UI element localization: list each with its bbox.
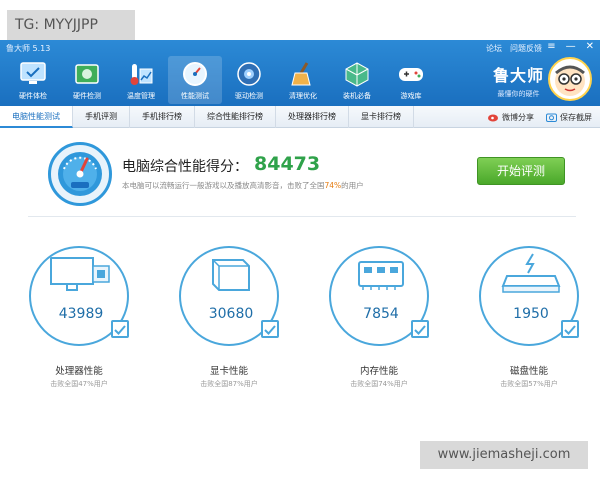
tab-overall-ranking[interactable]: 综合性能排行榜 [195, 106, 276, 128]
nav-label: 驱动检测 [235, 92, 263, 100]
start-benchmark-button[interactable]: 开始评测 [477, 157, 565, 185]
header-bar: 鲁大师 5.13 论坛 问题反馈 ≡ — ✕ 硬件体检 硬件检测 温度管理 性能… [0, 40, 600, 106]
nav-temperature[interactable]: 温度管理 [114, 56, 168, 104]
tab-pc-performance[interactable]: 电脑性能测试 [0, 106, 73, 128]
gpu-score-name: 显卡性能 [209, 366, 248, 377]
score-title: 电脑综合性能得分： [122, 159, 248, 175]
tab-cpu-ranking[interactable]: 处理器排行榜 [276, 106, 349, 128]
nav-label: 游戏库 [400, 92, 422, 100]
section-divider [28, 216, 576, 217]
score-desc-prefix: 本电脑可以流畅运行一般游戏以及播放高清影音，击败了全国 [122, 181, 325, 190]
weibo-share-label: 微博分享 [502, 112, 534, 122]
cpu-score-name: 处理器性能 [55, 366, 103, 377]
brand-name: 鲁大师 [492, 66, 544, 85]
memory-score-name: 内存性能 [359, 366, 398, 377]
gamepad-icon [396, 59, 426, 89]
disk-score-card: 1950 磁盘性能 击败全国57%用户 [479, 246, 579, 396]
close-icon[interactable]: ✕ [586, 41, 594, 52]
minimize-icon[interactable]: — [566, 41, 576, 52]
speed-gauge-icon [180, 59, 210, 89]
camera-icon [546, 113, 557, 122]
graphics-cube-icon [199, 252, 263, 296]
save-screenshot-button[interactable]: 保存截屏 [546, 112, 592, 123]
window-controls: ≡ — ✕ [547, 41, 594, 52]
nav-label: 硬件检测 [73, 92, 101, 100]
nav-game-library[interactable]: 游戏库 [384, 56, 438, 104]
nav-driver-detect[interactable]: 驱动检测 [222, 56, 276, 104]
memory-chip-icon [349, 252, 413, 296]
check-icon[interactable] [261, 320, 279, 338]
score-description: 本电脑可以流畅运行一般游戏以及播放高清影音，击败了全国74%的用户 [122, 180, 364, 191]
nav-label: 清理优化 [289, 92, 317, 100]
broom-icon [288, 59, 318, 89]
feedback-link[interactable]: 问题反馈 [510, 43, 542, 54]
nav-label: 硬件体检 [19, 92, 47, 100]
monitor-check-icon [18, 59, 48, 89]
menu-icon[interactable]: ≡ [547, 41, 555, 52]
app-window: 鲁大师 5.13 论坛 问题反馈 ≡ — ✕ 硬件体检 硬件检测 温度管理 性能… [0, 40, 600, 480]
check-icon[interactable] [411, 320, 429, 338]
check-icon[interactable] [111, 320, 129, 338]
cube-icon [342, 59, 372, 89]
nav-label: 性能测试 [181, 92, 209, 100]
cpu-score-rank: 击败全国47%用户 [50, 380, 108, 388]
nav-hardware-checkup[interactable]: 硬件体检 [6, 56, 60, 104]
brand: 鲁大师 最懂你的硬件 [493, 62, 544, 99]
memory-score-rank: 击败全国74%用户 [350, 380, 408, 388]
weibo-icon [488, 114, 498, 122]
gpu-score-rank: 击败全国87%用户 [200, 380, 258, 388]
gpu-score-card: 30680 显卡性能 击败全国87%用户 [179, 246, 279, 396]
save-screenshot-label: 保存截屏 [560, 112, 592, 122]
window-title: 鲁大师 5.13 [6, 44, 51, 53]
check-icon[interactable] [561, 320, 579, 338]
forum-link[interactable]: 论坛 [486, 43, 502, 54]
brand-slogan: 最懂你的硬件 [497, 90, 540, 98]
nav-essentials[interactable]: 装机必备 [330, 56, 384, 104]
chip-icon [72, 59, 102, 89]
weibo-share-button[interactable]: 微博分享 [488, 112, 534, 123]
disk-score-name: 磁盘性能 [509, 366, 548, 377]
score-desc-suffix: 的用户 [341, 181, 364, 190]
score-value: 84473 [254, 153, 321, 175]
nav-label: 装机必备 [343, 92, 371, 100]
disk-drive-icon [499, 252, 563, 296]
cpu-monitor-icon [49, 252, 113, 296]
nav-performance-test[interactable]: 性能测试 [168, 56, 222, 104]
tab-phone-ranking[interactable]: 手机排行榜 [130, 106, 195, 128]
disk-score-rank: 击败全国57%用户 [500, 380, 558, 388]
nav-hardware-detect[interactable]: 硬件检测 [60, 56, 114, 104]
nav-cleanup[interactable]: 清理优化 [276, 56, 330, 104]
cpu-score-card: 43989 处理器性能 击败全国47%用户 [29, 246, 129, 396]
tab-bar: 电脑性能测试 手机评测 手机排行榜 综合性能排行榜 处理器排行榜 显卡排行榜 微… [0, 106, 600, 128]
score-gauge-icon [48, 142, 112, 206]
main-nav: 硬件体检 硬件检测 温度管理 性能测试 驱动检测 清理优化 装机必备 游戏库 [6, 56, 438, 104]
window-links: 论坛 问题反馈 [486, 43, 542, 54]
tab-phone-review[interactable]: 手机评测 [73, 106, 130, 128]
memory-score-card: 7854 内存性能 击败全国74%用户 [329, 246, 429, 396]
thermometer-icon [126, 59, 156, 89]
score-desc-percent: 74% [324, 181, 342, 190]
mascot-avatar-icon [548, 57, 592, 101]
tab-gpu-ranking[interactable]: 显卡排行榜 [349, 106, 414, 128]
watermark-bottom: www.jiemasheji.com [420, 441, 588, 469]
tab-actions: 微博分享 保存截屏 [488, 106, 592, 128]
gear-disc-icon [234, 59, 264, 89]
nav-label: 温度管理 [127, 92, 155, 100]
watermark-top: TG: MYYJJPP [7, 10, 135, 40]
